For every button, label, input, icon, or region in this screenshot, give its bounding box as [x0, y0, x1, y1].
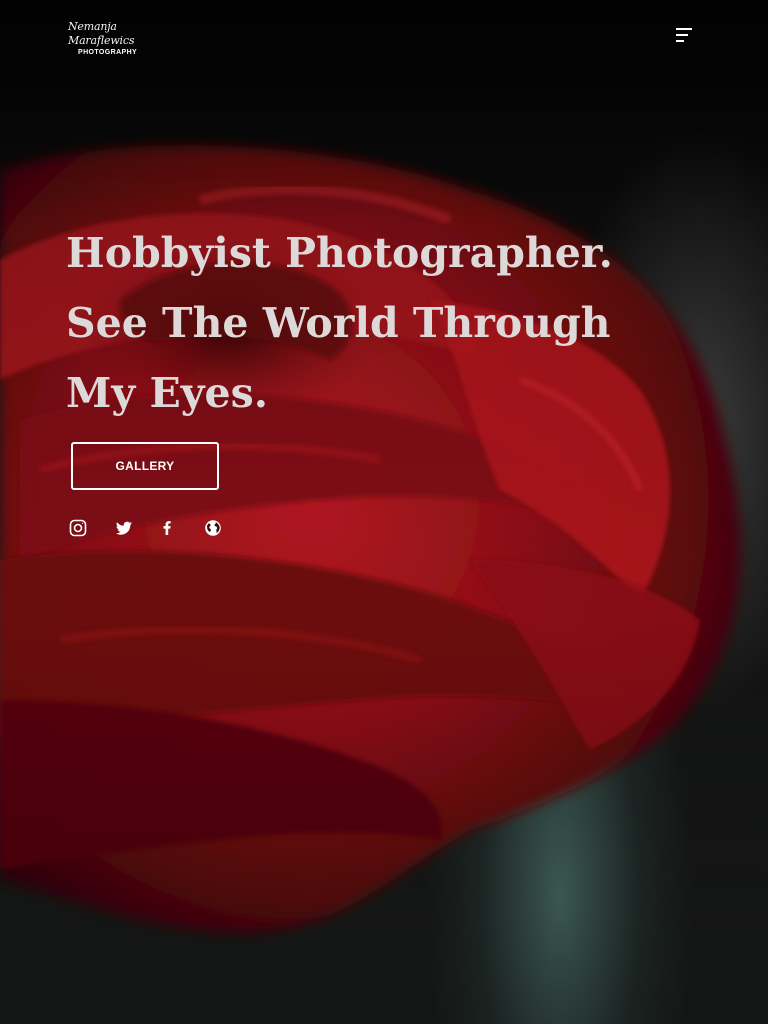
- globe-icon[interactable]: [203, 518, 223, 538]
- site-logo[interactable]: Nemanja Maraflewics PHOTOGRAPHY: [68, 20, 148, 56]
- twitter-icon[interactable]: [114, 518, 134, 538]
- headline-line-2: See The World Through: [66, 299, 611, 347]
- hero-section: [0, 0, 768, 1024]
- image-overlay: [0, 0, 768, 1024]
- hamburger-menu-icon[interactable]: [672, 24, 696, 46]
- logo-signature: Nemanja Maraflewics: [68, 20, 135, 47]
- logo-subtitle: PHOTOGRAPHY: [78, 49, 138, 56]
- headline-line-1: Hobbyist Photographer.: [66, 229, 613, 277]
- instagram-icon[interactable]: [68, 518, 88, 538]
- facebook-icon[interactable]: [157, 518, 177, 538]
- headline-line-3: My Eyes.: [66, 369, 268, 417]
- hero-headline: Hobbyist Photographer. See The World Thr…: [66, 218, 626, 428]
- gallery-button[interactable]: GALLERY: [71, 442, 219, 490]
